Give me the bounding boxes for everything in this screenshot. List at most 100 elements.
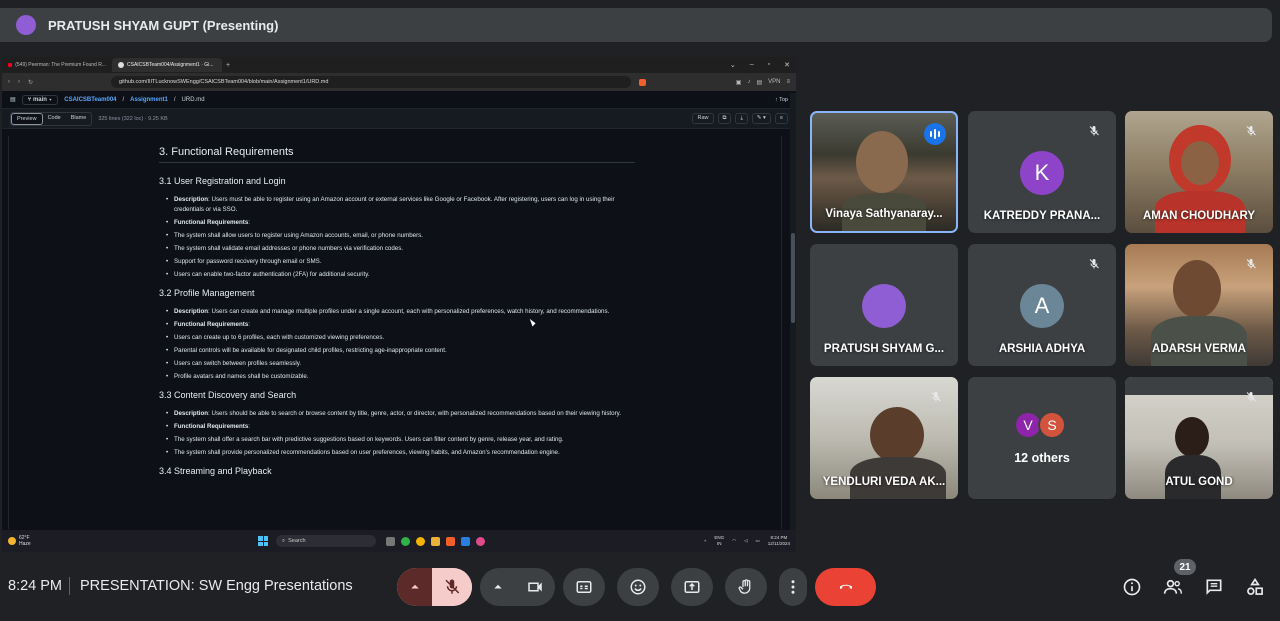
chrome-canary-icon[interactable] [476,536,485,546]
section-list: Description: Users must be able to regis… [159,195,635,280]
copy-icon[interactable]: ⧉ [717,113,732,124]
top-button[interactable]: ↑ Top [775,97,788,103]
tab-preview[interactable]: Preview [11,112,43,125]
minimize-icon[interactable]: – [750,61,754,69]
participant-tile[interactable]: YENDLURI VEDA AK... [810,377,958,499]
breadcrumb-folder[interactable]: Assignment1 [130,97,168,103]
info-icon [1123,578,1141,596]
address-bar: ‹ › ↻ github.com/IIITLucknowSWEngg/CSAIC… [2,73,796,91]
fr-label: Functional Requirements [174,423,249,430]
language-indicator[interactable]: ENG IN [714,535,724,547]
vpn-label[interactable]: VPN [768,79,780,86]
list-item: Functional Requirements: [159,422,635,432]
breadcrumb-repo[interactable]: CSAICSBTeam004 [64,97,116,103]
participant-tile[interactable]: Vinaya Sathyanaray... [810,111,958,233]
sidebar-toggle-icon[interactable]: ▤ [10,96,16,103]
meeting-controls-bar: 8:24 PM PRESENTATION: SW Engg Presentati… [0,556,1280,621]
scrollbar-thumb[interactable] [791,233,795,323]
speaker-icon[interactable]: ◁ [744,538,747,544]
chat-button[interactable] [1203,576,1225,598]
back-icon[interactable]: ‹ [8,79,10,85]
participant-tile[interactable]: PRATUSH SHYAM G... [810,244,958,366]
edit-icon[interactable]: ✎ ▾ [751,113,771,124]
weather-widget[interactable]: 62°F Haze [8,535,258,547]
brave-icon[interactable] [446,536,455,546]
forward-icon[interactable]: › [18,79,20,85]
tray-chevron-icon[interactable]: ^ [704,539,706,544]
browser-tab-active[interactable]: CSAICSBTeam004/Assignment1 · Gi... [112,58,222,72]
others-tile[interactable]: V S 12 others [968,377,1116,499]
outline-icon[interactable]: ≡ [774,113,788,124]
present-button[interactable] [671,568,713,606]
mic-toggle-button[interactable] [432,568,472,606]
participant-avatar: A [1020,284,1064,328]
new-tab-icon[interactable]: + [226,62,230,69]
scrollbar[interactable] [790,93,796,533]
fr-label: Functional Requirements [174,219,249,226]
extension-icon[interactable]: ▣ [736,79,742,86]
participant-tile[interactable]: ADARSH VERMA [1125,244,1273,366]
mic-off-icon [928,389,944,405]
lang-region: IN [716,541,722,546]
meet-window: PRATUSH SHYAM GUPT (Presenting) (549) Pe… [0,0,1280,621]
video-settings-button[interactable] [480,568,516,606]
desc-text: : Users can create and manage multiple p… [208,308,610,315]
whatsapp-icon[interactable] [401,536,410,546]
captions-button[interactable] [563,568,605,606]
breadcrumb-sep: / [173,96,176,103]
clock-date: 12/11/2024 [767,541,790,546]
close-icon[interactable]: ✕ [784,61,790,69]
audio-settings-button[interactable] [397,568,433,606]
markdown-body: 3. Functional Requirements 3.1 User Regi… [159,146,635,485]
vscode-icon[interactable] [461,536,470,546]
task-view-icon[interactable] [386,536,395,546]
people-icon [1163,579,1183,594]
file-header: Preview Code Blame 325 lines (322 loc) ·… [2,109,796,129]
menu-icon[interactable]: ≡ [786,79,790,86]
tab-code[interactable]: Code [43,113,66,125]
sidebar-icon[interactable]: ▤ [756,79,762,86]
leave-call-button[interactable] [815,568,876,606]
participant-avatar: S [1038,411,1066,439]
browser-tab[interactable]: (549) Peerman: The Premium Found R... [2,58,112,72]
desc-label: Description [174,196,209,203]
activities-button[interactable] [1244,576,1266,598]
participant-tile[interactable]: A ARSHIA ADHYA [968,244,1116,366]
meeting-details-button[interactable] [1121,576,1143,598]
github-file-nav: ▤ ⑂ main ▾ CSAICSBTeam004 / Assignment1 … [2,91,796,109]
others-avatars: V S [1014,411,1066,439]
windows-start-icon[interactable] [258,536,268,546]
wifi-icon[interactable]: ◠ [732,538,736,544]
clock[interactable]: 8:24 PM 12/11/2024 [768,535,790,547]
chrome-icon[interactable] [416,536,425,546]
camera-toggle-button[interactable] [515,568,555,606]
music-icon[interactable]: ♪ [747,79,750,86]
more-options-button[interactable] [779,568,807,606]
participant-name: Vinaya Sathyanaray... [825,208,943,220]
file-meta: 325 lines (322 loc) · 9.25 KB [98,115,168,122]
url-field[interactable]: github.com/IIITLucknowSWEngg/CSAICSBTeam… [111,76,632,88]
reload-icon[interactable]: ↻ [28,79,33,86]
branch-name: main [32,96,47,103]
taskbar-search[interactable]: ⌕ Search [276,535,376,547]
chevron-down-icon[interactable]: ⌄ [730,61,736,69]
raise-hand-button[interactable] [725,568,767,606]
raw-button[interactable]: Raw [692,113,714,124]
battery-icon[interactable]: ▭ [756,538,760,544]
taskbar-apps [386,536,485,546]
browser-tabbar: (549) Peerman: The Premium Found R... CS… [2,57,796,73]
doc-heading: 3. Functional Requirements [159,146,635,163]
folder-icon[interactable] [431,536,440,546]
participant-tile[interactable]: ATUL GOND [1125,377,1273,499]
branch-selector[interactable]: ⑂ main ▾ [21,94,59,105]
reactions-button[interactable] [617,568,659,606]
participant-tile[interactable]: K KATREDDY PRANA... [968,111,1116,233]
download-icon[interactable]: ⤓ [735,113,748,124]
maximize-icon[interactable]: ▫ [768,61,770,69]
participant-name: PRATUSH SHYAM G... [823,343,945,355]
list-item: The system shall offer a search bar with… [159,435,635,445]
people-button[interactable] [1162,576,1184,598]
brave-shield-icon[interactable] [639,78,647,86]
participant-tile[interactable]: AMAN CHOUDHARY [1125,111,1273,233]
tab-blame[interactable]: Blame [66,113,92,125]
